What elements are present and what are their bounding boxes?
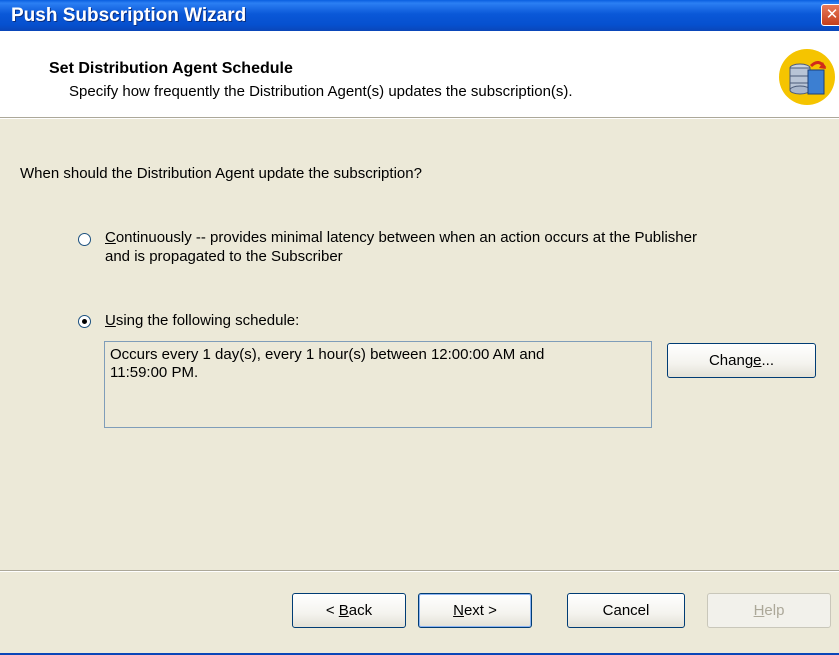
database-refresh-icon: [779, 49, 835, 105]
schedule-question: When should the Distribution Agent updat…: [20, 165, 422, 182]
close-button[interactable]: ✕: [821, 4, 839, 26]
cancel-label: Cancel: [602, 602, 650, 619]
back-label-accel: B: [338, 602, 349, 619]
back-button[interactable]: < Back: [292, 593, 406, 628]
help-label-post: elp: [764, 602, 785, 619]
title-bar[interactable]: Push Subscription Wizard ✕: [0, 0, 839, 31]
header-divider: [0, 117, 839, 119]
continuously-label[interactable]: Continuously -- provides minimal latency…: [105, 228, 697, 266]
change-label-pre: Chang: [708, 352, 754, 369]
schedule-label-text: sing the following schedule:: [115, 312, 300, 329]
close-icon: ✕: [825, 6, 839, 23]
schedule-description-line1: Occurs every 1 day(s), every 1 hour(s) b…: [110, 346, 545, 363]
continuously-accel: C: [105, 229, 116, 246]
next-label-post: ext >: [463, 602, 497, 619]
window-title: Push Subscription Wizard: [11, 5, 247, 26]
continuously-label-line2: and is propagated to the Subscriber: [105, 248, 343, 265]
schedule-description-box: Occurs every 1 day(s), every 1 hour(s) b…: [104, 341, 652, 428]
cancel-button[interactable]: Cancel: [567, 593, 685, 628]
wizard-header: Set Distribution Agent Schedule Specify …: [0, 31, 839, 117]
page-title: Set Distribution Agent Schedule: [49, 60, 293, 77]
next-button[interactable]: Next >: [418, 593, 532, 628]
page-subtitle: Specify how frequently the Distribution …: [69, 83, 573, 100]
schedule-label[interactable]: Using the following schedule:: [105, 311, 299, 330]
help-label-accel: H: [753, 602, 765, 619]
next-label-accel: N: [453, 602, 464, 619]
continuously-radio[interactable]: [78, 233, 91, 246]
wizard-window: Push Subscription Wizard ✕ Set Distribut…: [0, 0, 839, 655]
schedule-description-line2: 11:59:00 PM.: [110, 364, 199, 381]
back-label-pre: <: [325, 602, 339, 619]
change-label-post: ...: [761, 352, 775, 369]
schedule-radio[interactable]: [78, 315, 91, 328]
continuously-label-text: ontinuously -- provides minimal latency …: [115, 229, 697, 246]
change-schedule-button[interactable]: Change...: [667, 343, 816, 378]
schedule-accel: U: [105, 312, 116, 329]
back-label-post: ack: [348, 602, 373, 619]
help-button[interactable]: Help: [707, 593, 831, 628]
change-label-accel: e: [753, 352, 762, 369]
footer-divider: [0, 570, 839, 572]
